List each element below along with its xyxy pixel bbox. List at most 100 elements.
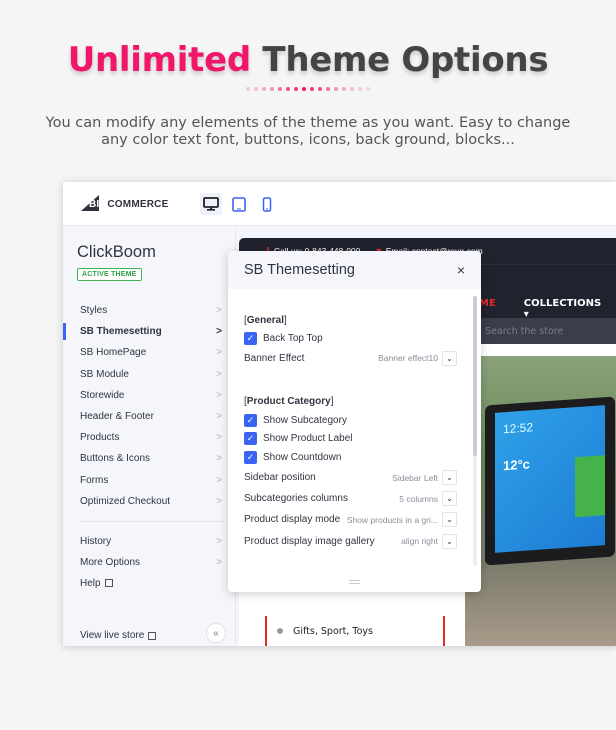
sidebar-item-label: SB HomePage (80, 347, 147, 359)
checkbox-checked-icon[interactable]: ✓ (244, 432, 257, 446)
checkbox-label: Show Subcategory (263, 414, 347, 426)
chevron-right-icon: > (216, 389, 222, 401)
decorative-dot (278, 87, 282, 91)
sidebar-item-styles[interactable]: Styles > (63, 300, 236, 321)
sidebar-item-label: SB Module (80, 368, 129, 380)
tablet-temp: 12°c (503, 456, 530, 474)
editor-sidebar: ClickBoom ACTIVE THEME Styles > SB Themese… (63, 226, 236, 646)
panel-body: [General] ✓ Back Top Top Banner Effect Banne… (228, 289, 473, 580)
sidebar-item-history[interactable]: History > (63, 531, 236, 552)
select-row: Product display mode Show products in a g… (244, 509, 473, 530)
sidebar-item-label: Header & Footer (80, 411, 154, 423)
checkbox-label: Show Product Label (263, 433, 353, 445)
select-label: Banner Effect (244, 352, 305, 364)
site-search-input[interactable]: Search the store (479, 318, 616, 344)
select-dropdown[interactable]: Banner effect10 ⌄ (378, 350, 457, 366)
chevron-down-icon[interactable]: ⌄ (442, 512, 457, 528)
sidebar-item-more-options[interactable]: More Options > (63, 552, 236, 573)
hero-title: Unlimited Theme Options (0, 40, 616, 80)
select-label: Subcategories columns (244, 493, 348, 505)
sidebar-item-buttons-icons[interactable]: Buttons & Icons > (63, 448, 236, 469)
panel-title: SB Themesetting (244, 262, 355, 278)
checkbox-row[interactable]: ✓ Show Subcategory (244, 411, 473, 430)
sidebar-item-label: Buttons & Icons (80, 453, 151, 465)
sidebar-item-label: History (80, 535, 112, 547)
sidebar-item-optimized-checkout[interactable]: Optimized Checkout > (63, 491, 236, 512)
section-heading-text: Product Category (246, 396, 331, 408)
decorative-dot (342, 87, 346, 91)
sidebar-item-sb-module[interactable]: SB Module > (63, 364, 236, 385)
view-live-store-link[interactable]: View live store (80, 624, 157, 646)
chevron-right-icon: > (216, 557, 222, 569)
sidebar-item-sb-homepage[interactable]: SB HomePage > (63, 342, 236, 363)
section-heading-product-category: [Product Category] (244, 396, 334, 408)
tablet-green-tile (575, 455, 605, 518)
sidebar-item-label: More Options (80, 557, 141, 569)
resize-grip-icon[interactable] (349, 580, 360, 584)
sidebar-item-label: Products (80, 432, 120, 444)
chevron-right-icon: > (216, 411, 222, 423)
sidebar-item-label: Optimized Checkout (80, 495, 171, 507)
checkbox-row[interactable]: ✓ Show Product Label (244, 430, 473, 449)
chevron-right-icon: > (216, 474, 222, 486)
chevron-right-icon: > (216, 535, 222, 547)
select-dropdown[interactable]: Show products in a gri... ⌄ (346, 512, 457, 528)
site-menu-collections[interactable]: COLLECTIONS ▾ (524, 298, 601, 320)
checkbox-checked-icon[interactable]: ✓ (244, 451, 257, 465)
select-value: Show products in a gri... (346, 514, 438, 525)
mobile-view-button[interactable] (256, 193, 278, 215)
select-value: 5 columns (399, 493, 438, 504)
sidebar-item-label: Help (80, 578, 101, 590)
collapse-sidebar-button[interactable]: « (206, 623, 226, 643)
decorative-dot (334, 87, 338, 91)
close-icon[interactable]: × (457, 262, 465, 278)
category-item[interactable]: Gifts, Sport, Toys (267, 616, 443, 646)
select-value: align right (401, 536, 438, 547)
scroll-thumb[interactable] (473, 296, 477, 456)
sidebar-item-products[interactable]: Products > (63, 427, 236, 448)
section-heading-general: [General] (244, 314, 287, 326)
select-value: Sidebar Left (392, 472, 438, 483)
themesetting-panel: SB Themesetting × [General] ✓ Back Top Top… (228, 251, 481, 592)
chevron-down-icon[interactable]: ⌄ (442, 491, 457, 507)
sidebar-nav: Styles > SB Themesetting > SB HomePage > SB Mo… (63, 300, 236, 594)
decorative-dot (294, 87, 298, 91)
chevron-down-icon[interactable]: ⌄ (442, 470, 457, 486)
chevron-right-icon: > (216, 326, 222, 338)
decorative-dot (310, 87, 314, 91)
decorative-dot (270, 87, 274, 91)
checkbox-label: Show Countdown (263, 452, 342, 464)
decorative-dot (358, 87, 362, 91)
tablet-view-button[interactable] (228, 193, 250, 215)
chevron-down-icon[interactable]: ⌄ (442, 533, 457, 549)
chevron-down-icon[interactable]: ⌄ (442, 350, 457, 366)
sidebar-item-forms[interactable]: Forms > (63, 470, 236, 491)
checkbox-checked-icon[interactable]: ✓ (244, 413, 257, 427)
site-menu-home[interactable]: ME (479, 298, 496, 320)
checkbox-row[interactable]: ✓ Back Top Top (244, 329, 473, 348)
decorative-dot (262, 87, 266, 91)
checkbox-row[interactable]: ✓ Show Countdown (244, 448, 473, 467)
sidebar-item-sb-themesetting[interactable]: SB Themesetting > (63, 321, 236, 342)
sidebar-item-help[interactable]: Help (63, 573, 236, 594)
sidebar-item-header-footer[interactable]: Header & Footer > (63, 406, 236, 427)
chevron-right-icon: > (216, 495, 222, 507)
select-label: Sidebar position (244, 472, 316, 484)
decorative-dot (366, 87, 370, 91)
select-dropdown[interactable]: align right ⌄ (401, 533, 457, 549)
select-label: Product display image gallery (244, 535, 375, 547)
select-dropdown[interactable]: Sidebar Left ⌄ (392, 470, 457, 486)
tablet-screen: 12:52 12°c (495, 405, 605, 553)
panel-scrollbar[interactable] (473, 296, 477, 566)
select-label: Product display mode (244, 514, 341, 526)
chevron-right-icon: > (216, 347, 222, 359)
device-switcher (200, 193, 278, 215)
hero-banner-image: 12:52 12°c (465, 356, 616, 646)
select-dropdown[interactable]: 5 columns ⌄ (399, 491, 457, 507)
desktop-view-button[interactable] (200, 193, 222, 215)
site-menu: ME COLLECTIONS ▾ SH (479, 298, 616, 320)
checkbox-checked-icon[interactable]: ✓ (244, 331, 257, 345)
sidebar-divider (80, 520, 224, 522)
sidebar-item-storewide[interactable]: Storewide > (63, 385, 236, 406)
